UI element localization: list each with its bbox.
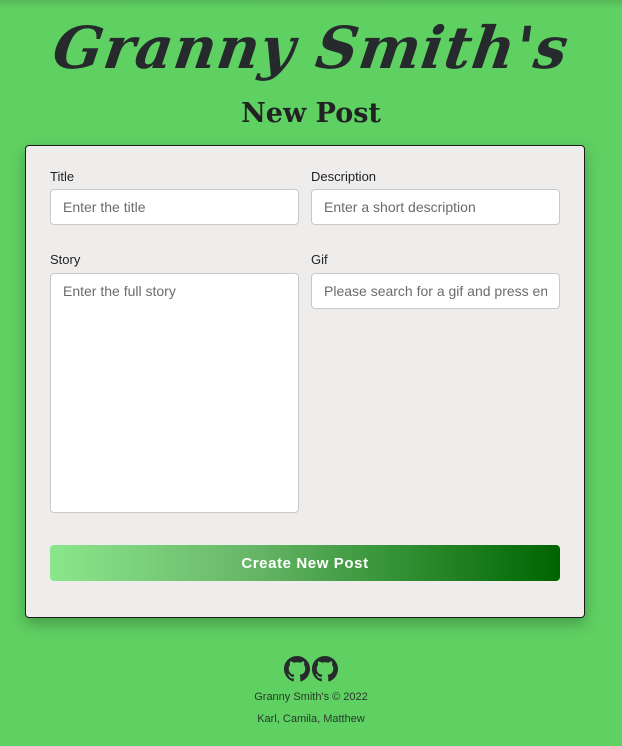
brand-logo[interactable]: Granny Smith's <box>0 8 622 88</box>
copyright-text: Granny Smith's © 2022 <box>254 691 368 703</box>
header-shadow <box>0 0 622 8</box>
title-label: Title <box>50 169 75 184</box>
description-label: Description <box>311 169 377 184</box>
title-input[interactable] <box>50 189 299 225</box>
github-icon[interactable] <box>284 656 310 684</box>
gif-search-input[interactable] <box>311 273 560 309</box>
authors-text: Karl, Camila, Matthew <box>257 713 365 725</box>
github-icon[interactable] <box>312 656 338 684</box>
story-textarea[interactable] <box>50 273 299 513</box>
footer-links <box>0 656 622 684</box>
page-title: New Post <box>241 98 381 129</box>
create-post-button[interactable]: Create New Post <box>50 545 560 581</box>
gif-label: Gif <box>311 252 328 267</box>
description-input[interactable] <box>311 189 560 225</box>
story-label: Story <box>50 252 81 267</box>
new-post-form: Title Description Story Gif Create New P… <box>25 145 585 618</box>
